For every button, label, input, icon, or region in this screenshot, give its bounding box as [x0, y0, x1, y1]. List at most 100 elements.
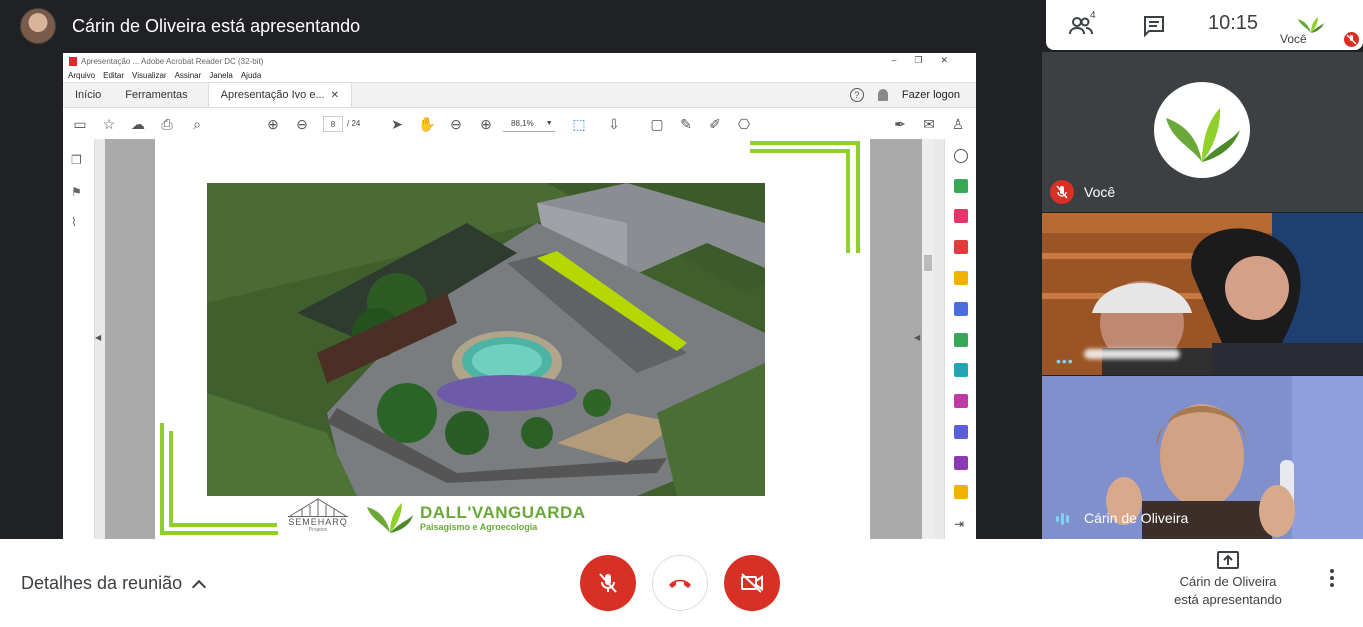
tab-ferramentas[interactable]: Ferramentas: [113, 83, 199, 107]
login-link[interactable]: Fazer logon: [902, 89, 960, 101]
page-fit-icon[interactable]: ⬚: [570, 115, 588, 133]
mic-off-icon: [1346, 34, 1357, 45]
more-vert-dot: [1330, 576, 1334, 580]
people-count: 4: [1090, 10, 1096, 21]
organize-pages-icon[interactable]: [954, 209, 968, 223]
decorative-frame: [750, 149, 850, 253]
print-icon[interactable]: ⎙: [158, 115, 176, 133]
chevron-up-icon: [192, 579, 207, 594]
more-vert-dot: [1330, 569, 1334, 573]
help-icon[interactable]: ?: [849, 88, 864, 102]
acrobat-window-title: Apresentação ... Adobe Acrobat Reader DC…: [81, 56, 264, 66]
zoom-out-icon[interactable]: ⊖: [447, 115, 465, 133]
scrollbar-thumb[interactable]: [924, 255, 932, 271]
tab-document-label: Apresentação Ivo e...: [220, 89, 325, 101]
zoom-search-icon[interactable]: ⌕: [188, 115, 206, 133]
star-icon[interactable]: ☆: [100, 115, 118, 133]
draw-icon[interactable]: ✐: [706, 115, 724, 133]
page-number-field[interactable]: 8: [323, 116, 343, 132]
page-down-icon[interactable]: ⊖: [293, 115, 311, 133]
bell-icon[interactable]: [877, 89, 888, 101]
chat-icon: [1144, 16, 1164, 37]
collapse-right-icon[interactable]: ◀: [914, 333, 920, 342]
zoom-select[interactable]: 88,1% ▼: [503, 116, 555, 132]
meeting-top-panel: 4 10:15 Você: [1046, 0, 1363, 50]
camera-off-icon: [741, 573, 763, 593]
upload-cloud-icon[interactable]: ☁: [129, 115, 147, 133]
left-nav-rail: ❐ ⚑ ⌇: [63, 139, 95, 539]
leaf-logo-icon: [1166, 108, 1240, 162]
house-roof-icon: [288, 497, 348, 517]
mic-toggle-button[interactable]: [580, 555, 636, 611]
chat-button[interactable]: [1142, 14, 1166, 38]
minimize-icon[interactable]: –: [891, 55, 914, 65]
zoom-in-icon[interactable]: ⊕: [477, 115, 495, 133]
stamp-icon[interactable]: ⎔: [735, 115, 753, 133]
collapse-left-icon[interactable]: ◀: [95, 333, 101, 342]
acrobat-tabs: Início Ferramentas Apresentação Ivo e...…: [63, 82, 976, 108]
meeting-details-button[interactable]: Detalhes da reunião: [21, 573, 207, 594]
presenter-header: Cárin de Oliveira está apresentando: [0, 0, 1040, 52]
camera-toggle-button[interactable]: [724, 555, 780, 611]
blurred-participant-name: [1084, 349, 1180, 359]
mail-icon[interactable]: ✉: [920, 115, 938, 133]
attachment-icon[interactable]: ⌇: [71, 215, 85, 229]
semeharq-name: SEMEHARQ: [288, 517, 348, 527]
more-tools-icon[interactable]: [954, 485, 968, 499]
restore-icon[interactable]: ❐: [914, 55, 940, 65]
people-button[interactable]: 4: [1068, 10, 1100, 38]
tab-inicio[interactable]: Início: [63, 83, 113, 107]
close-icon[interactable]: ✕: [940, 55, 966, 65]
hand-tool-icon[interactable]: ✋: [418, 115, 436, 133]
highlight-pen-icon[interactable]: ✎: [677, 115, 695, 133]
presenting-status[interactable]: Cárin de Oliveira está apresentando: [1160, 551, 1296, 609]
more-vert-dot: [1330, 583, 1334, 587]
save-icon[interactable]: ▭: [71, 115, 89, 133]
vertical-scrollbar[interactable]: [922, 139, 934, 539]
combine-files-icon[interactable]: [954, 302, 968, 316]
menu-assinar[interactable]: Assinar: [175, 71, 202, 80]
menu-janela[interactable]: Janela: [209, 71, 233, 80]
you-avatar: [1154, 82, 1250, 178]
protect-shield-icon[interactable]: [954, 425, 968, 439]
window-controls[interactable]: –❐✕: [891, 55, 966, 66]
participant-tile-camera-2[interactable]: Cárin de Oliveira: [1042, 376, 1363, 539]
menu-ajuda[interactable]: Ajuda: [241, 71, 261, 80]
mic-off-icon: [1056, 185, 1068, 199]
clock: 10:15: [1208, 12, 1259, 34]
request-signature-icon[interactable]: [954, 456, 968, 470]
menu-editar[interactable]: Editar: [103, 71, 124, 80]
scroll-mode-icon[interactable]: ⇩: [605, 115, 623, 133]
pdf-page[interactable]: SEMEHARQ Projetos DALL'VANGUARDA Paisagi…: [155, 139, 870, 539]
participant-tile-camera-1[interactable]: •••: [1042, 213, 1363, 375]
page-gutter-right: ◀: [870, 139, 922, 539]
tab-close-icon[interactable]: ✕: [331, 90, 339, 101]
sign-link-icon[interactable]: ✒: [891, 115, 909, 133]
tab-document[interactable]: Apresentação Ivo e... ✕: [207, 83, 352, 107]
scan-ocr-icon[interactable]: [954, 363, 968, 377]
menu-arquivo[interactable]: Arquivo: [68, 71, 95, 80]
semeharq-logo: SEMEHARQ Projetos: [285, 497, 351, 537]
edit-pdf-icon[interactable]: [954, 333, 968, 347]
presenting-line-2: está apresentando: [1174, 592, 1282, 607]
share-user-icon[interactable]: ♙: [949, 115, 967, 133]
dallvanguarda-name: DALL'VANGUARDA: [420, 503, 586, 522]
participant-tile-you[interactable]: Você: [1042, 52, 1363, 212]
collapse-panel-icon[interactable]: ⇥: [954, 517, 968, 531]
comment-tool-icon[interactable]: [954, 271, 968, 285]
page-up-icon[interactable]: ⊕: [264, 115, 282, 133]
create-pdf-icon[interactable]: [954, 240, 968, 254]
you-name-label: Você: [1084, 184, 1116, 200]
select-arrow-icon[interactable]: ➤: [388, 115, 406, 133]
leave-call-button[interactable]: [652, 555, 708, 611]
menu-visualizar[interactable]: Visualizar: [132, 71, 167, 80]
export-pdf-icon[interactable]: [954, 179, 968, 193]
bookmark-icon[interactable]: ⚑: [71, 185, 85, 199]
more-options-button[interactable]: [1324, 569, 1340, 593]
fill-sign-icon[interactable]: [954, 394, 968, 408]
comment-icon[interactable]: ▢: [648, 115, 666, 133]
presenter-title: Cárin de Oliveira está apresentando: [72, 15, 361, 36]
pages-thumbnail-icon[interactable]: ❐: [71, 153, 85, 167]
zoom-tool-icon[interactable]: [954, 149, 968, 163]
cam2-name-label: Cárin de Oliveira: [1084, 510, 1189, 526]
